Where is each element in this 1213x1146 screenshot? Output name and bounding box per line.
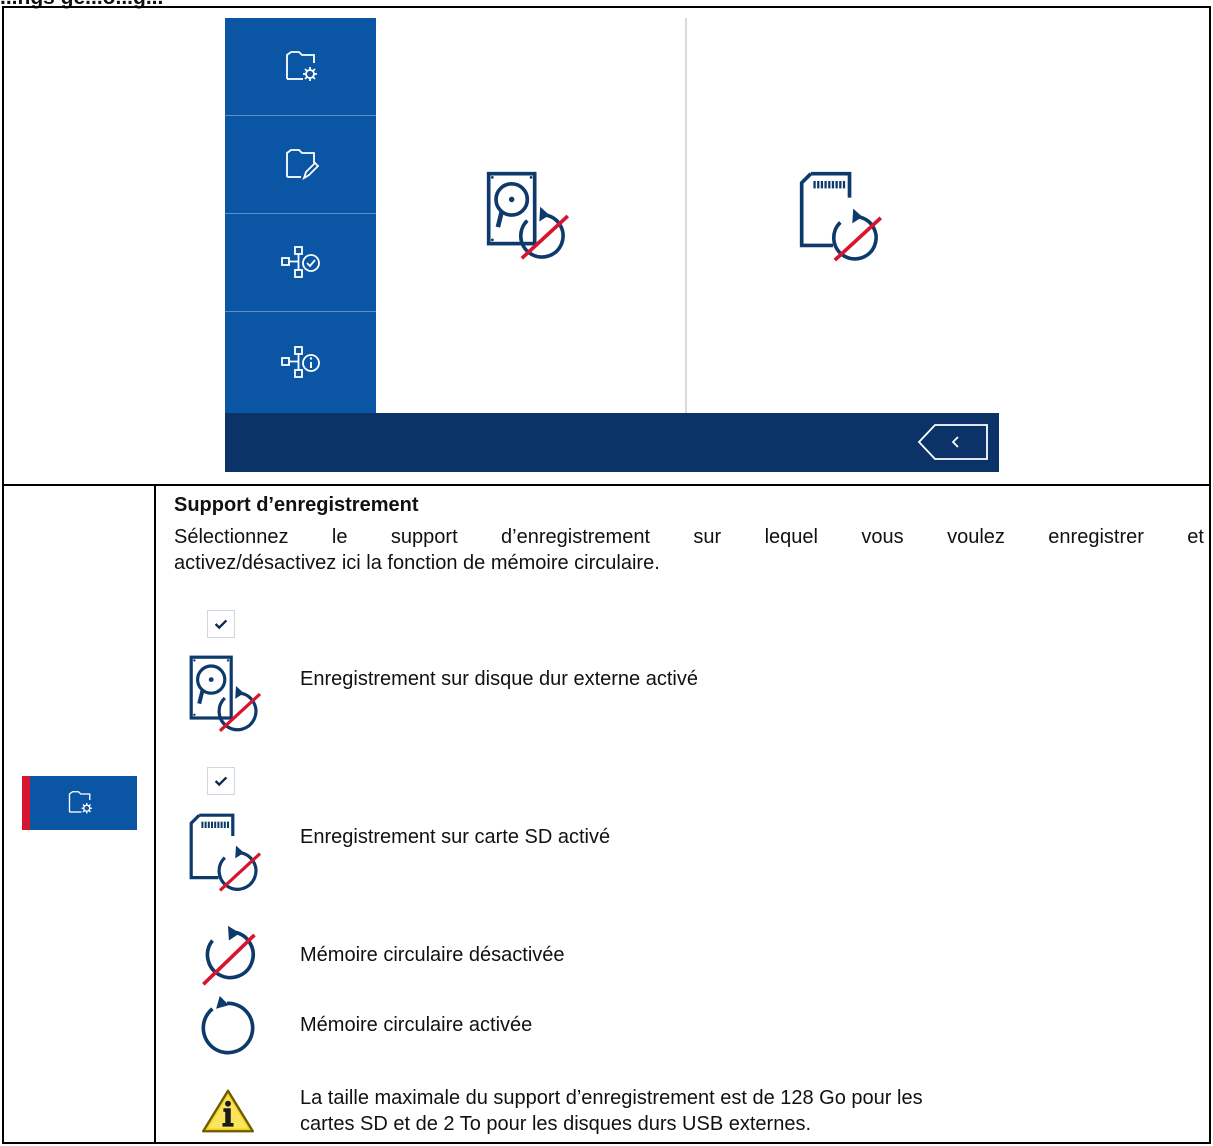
section-description: Sélectionnez le support d’enregistrement… xyxy=(174,524,1204,576)
description-line: Sélectionnez le support d’enregistrement… xyxy=(174,526,1204,548)
hard-disk-option[interactable] xyxy=(376,18,687,413)
device-screen xyxy=(225,18,999,472)
hard-disk-ring-off-icon xyxy=(188,644,268,744)
item-label-hdd: Enregistrement sur disque dur externe ac… xyxy=(300,668,698,690)
ring-buffer-on-icon xyxy=(196,996,260,1060)
row-divider xyxy=(4,484,1209,486)
warning-info-icon xyxy=(200,1088,256,1134)
item-label-ring-off: Mémoire circulaire désactivée xyxy=(300,944,565,966)
note-line: cartes SD et de 2 To pour les disques du… xyxy=(300,1113,812,1135)
network-check-icon xyxy=(279,243,323,283)
section-title: Support d’enregistrement xyxy=(174,494,419,516)
checkbox-checked[interactable] xyxy=(207,610,235,638)
check-icon xyxy=(212,615,230,633)
folder-settings-icon xyxy=(281,47,321,87)
column-divider xyxy=(154,484,156,1142)
sidebar-item-recording-settings[interactable] xyxy=(225,18,376,116)
sidebar xyxy=(225,18,376,413)
item-label-ring-on: Mémoire circulaire activée xyxy=(300,1014,533,1036)
network-info-icon xyxy=(279,343,323,383)
note-line: La taille maximale du support d’enregist… xyxy=(300,1087,923,1109)
sd-card-option[interactable] xyxy=(688,18,999,413)
sidebar-item-network-check[interactable] xyxy=(225,214,376,312)
folder-settings-icon xyxy=(65,788,95,818)
hard-disk-ring-off-icon xyxy=(485,166,577,266)
recording-settings-thumbnail xyxy=(22,776,137,830)
description-line: activez/désactivez ici la fonction de mé… xyxy=(174,552,660,574)
chevron-left-icon xyxy=(951,436,959,448)
active-indicator xyxy=(22,776,30,830)
item-label-sd: Enregistrement sur carte SD activé xyxy=(300,826,611,848)
folder-edit-icon xyxy=(281,145,321,185)
back-button[interactable] xyxy=(915,423,990,461)
check-icon xyxy=(212,772,230,790)
checkbox-checked[interactable] xyxy=(207,767,235,795)
sd-card-ring-off-icon xyxy=(188,802,268,902)
sd-card-ring-off-icon xyxy=(798,166,890,266)
ring-buffer-off-icon xyxy=(196,924,260,988)
sidebar-item-network-info[interactable] xyxy=(225,312,376,413)
bottom-bar xyxy=(225,413,999,472)
note-text: La taille maximale du support d’enregist… xyxy=(300,1085,1170,1137)
sidebar-item-folder-edit[interactable] xyxy=(225,116,376,214)
